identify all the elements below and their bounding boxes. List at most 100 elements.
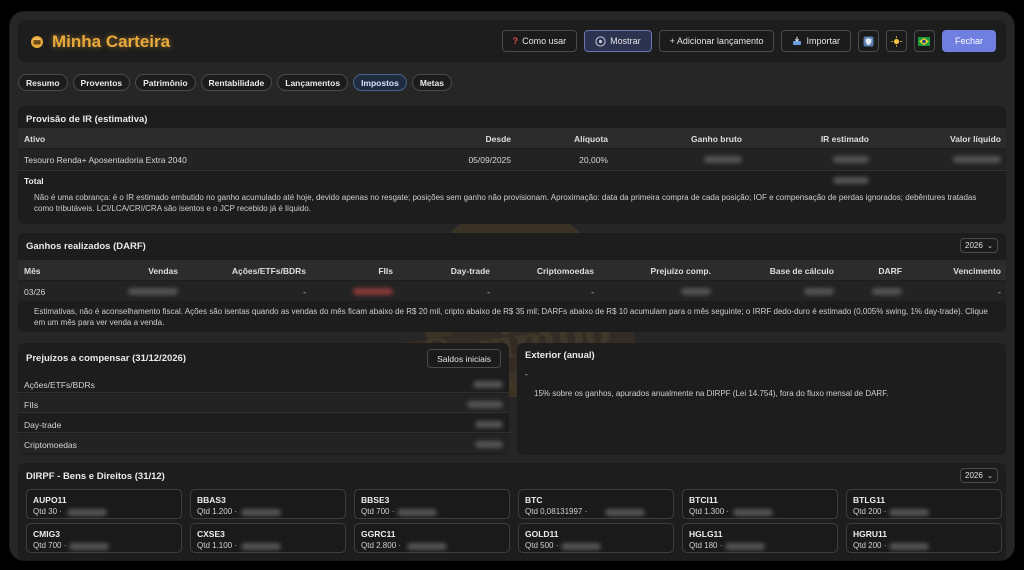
hidden-value	[953, 156, 1001, 163]
inbox-tray-icon	[793, 36, 802, 45]
asset-card[interactable]: BTC Qtd 0,08131997 ·	[518, 489, 674, 519]
asset-card[interactable]: BTLG11 Qtd 200 ·	[846, 489, 1002, 519]
hidden-value	[725, 543, 765, 550]
hidden-value	[889, 509, 929, 516]
asset-card[interactable]: CXSE3 Qtd 1.100 ·	[190, 523, 346, 553]
asset-qty: Qtd 1.200 ·	[197, 507, 238, 516]
chevron-down-icon: ⌄	[987, 242, 993, 250]
wallet-icon	[31, 36, 43, 48]
hidden-value	[241, 543, 281, 550]
cell-day-trade: -	[487, 287, 490, 297]
language-button[interactable]	[913, 30, 935, 52]
ir-note: Não é uma cobrança: é o IR estimado embu…	[34, 193, 977, 213]
hidden-value	[872, 288, 902, 295]
shield-button[interactable]	[857, 30, 879, 52]
col-valor-liquido: Valor líquido	[949, 134, 1001, 144]
hidden-value	[833, 177, 869, 184]
hidden-value	[407, 543, 447, 550]
hidden-value	[561, 543, 601, 550]
list-item: Day-trade	[18, 414, 509, 433]
tab-rentabilidade[interactable]: Rentabilidade	[200, 74, 273, 91]
header-actions: ? Como usar Mostrar + Adicionar lançamen…	[501, 30, 996, 52]
asset-card[interactable]: BBAS3 Qtd 1.200 ·	[190, 489, 346, 519]
hidden-value	[605, 509, 645, 516]
darf-panel: Ganhos realizados (DARF) 2026 ⌄ Mês Vend…	[18, 233, 1006, 332]
table-row[interactable]: 03/26 - - - -	[18, 281, 1006, 301]
app-window: Garimpo Deep Market Prospecting Minha Ca…	[10, 12, 1014, 560]
losses-panel-title: Prejuízos a compensar (31/12/2026)	[26, 353, 186, 364]
asset-card[interactable]: CMIG3 Qtd 700 ·	[26, 523, 182, 553]
hidden-value	[241, 509, 281, 516]
total-row: Total	[18, 170, 1006, 188]
initial-balances-button[interactable]: Saldos iniciais	[427, 349, 501, 368]
col-day-trade: Day-trade	[450, 266, 490, 276]
asset-qty: Qtd 1.300 ·	[689, 507, 730, 516]
hidden-value	[475, 441, 503, 448]
foreign-panel-title: Exterior (anual)	[525, 350, 595, 361]
cell-acoes: -	[303, 287, 306, 297]
asset-card[interactable]: BBSE3 Qtd 700 ·	[354, 489, 510, 519]
brazil-flag-icon	[918, 36, 931, 46]
how-to-button[interactable]: ? Como usar	[501, 30, 578, 52]
add-entry-button[interactable]: + Adicionar lançamento	[658, 30, 775, 52]
foreign-panel: Exterior (anual) - 15% sobre os ganhos, …	[517, 343, 1006, 455]
close-label: Fechar	[954, 36, 983, 46]
asset-ticker: HGLG11	[689, 529, 723, 539]
asset-card[interactable]: GGRC11 Qtd 2.800 ·	[354, 523, 510, 553]
tab-proventos[interactable]: Proventos	[72, 74, 131, 91]
asset-card[interactable]: BTCI11 Qtd 1.300 ·	[682, 489, 838, 519]
tab-bar: Resumo Proventos Patrimônio Rentabilidad…	[18, 74, 452, 91]
dirpf-year-select[interactable]: 2026 ⌄	[960, 468, 998, 483]
list-item: FIIs	[18, 394, 509, 413]
cell-ativo: Tesouro Renda+ Aposentadoria Extra 2040	[24, 155, 187, 165]
show-values-button[interactable]: Mostrar	[584, 30, 652, 52]
hidden-value	[804, 288, 834, 295]
col-ganho-bruto: Ganho bruto	[691, 134, 742, 144]
darf-year-select[interactable]: 2026 ⌄	[960, 238, 998, 253]
hidden-value	[69, 543, 109, 550]
col-aliquota: Alíquota	[574, 134, 608, 144]
col-desde: Desde	[485, 134, 511, 144]
asset-ticker: BTCI11	[689, 495, 718, 505]
hidden-value	[353, 288, 393, 295]
asset-card[interactable]: AUPO11 Qtd 30 ·	[26, 489, 182, 519]
tab-lancamentos[interactable]: Lançamentos	[277, 74, 349, 91]
cell-criptomoedas: -	[591, 287, 594, 297]
asset-card[interactable]: GOLD11 Qtd 500 ·	[518, 523, 674, 553]
tab-patrimonio[interactable]: Patrimônio	[135, 74, 196, 91]
tab-metas[interactable]: Metas	[411, 74, 452, 91]
foreign-note: 15% sobre os ganhos, apurados anualmente…	[534, 389, 889, 398]
dirpf-panel: DIRPF - Bens e Direitos (31/12) 2026 ⌄ A…	[18, 463, 1006, 560]
asset-ticker: BBSE3	[361, 495, 390, 505]
shield-icon	[863, 36, 874, 46]
asset-card[interactable]: HGRU11 Qtd 200 ·	[846, 523, 1002, 553]
hidden-value	[704, 156, 742, 163]
chevron-down-icon: ⌄	[987, 472, 993, 480]
loss-label-acoes: Ações/ETFs/BDRs	[24, 380, 95, 390]
cell-desde: 05/09/2025	[468, 155, 511, 165]
col-vendas: Vendas	[148, 266, 178, 276]
asset-qty: Qtd 700 ·	[33, 541, 67, 550]
asset-qty: Qtd 200 ·	[853, 541, 887, 550]
asset-card[interactable]: HGLG11 Qtd 180 ·	[682, 523, 838, 553]
losses-panel: Prejuízos a compensar (31/12/2026) Saldo…	[18, 343, 509, 455]
asset-ticker: BTLG11	[853, 495, 886, 505]
theme-toggle-button[interactable]	[885, 30, 907, 52]
col-prejuizo-comp: Prejuízo comp.	[650, 266, 711, 276]
total-label: Total	[24, 176, 44, 186]
col-ir-estimado: IR estimado	[820, 134, 869, 144]
tab-resumo[interactable]: Resumo	[18, 74, 68, 91]
col-base-calculo: Base de cálculo	[769, 266, 834, 276]
close-button[interactable]: Fechar	[941, 30, 996, 52]
import-button[interactable]: Importar	[781, 30, 851, 52]
asset-qty: Qtd 180 ·	[689, 541, 723, 550]
tab-impostos[interactable]: Impostos	[353, 74, 407, 91]
asset-ticker: BTC	[525, 495, 543, 505]
hidden-value	[128, 288, 178, 295]
dirpf-year-value: 2026	[965, 471, 983, 480]
asset-qty: Qtd 0,08131997 ·	[525, 507, 588, 516]
hidden-value	[467, 401, 503, 408]
hidden-value	[475, 421, 503, 428]
table-row[interactable]: Tesouro Renda+ Aposentadoria Extra 2040 …	[18, 149, 1006, 169]
cell-mes: 03/26	[24, 287, 46, 297]
